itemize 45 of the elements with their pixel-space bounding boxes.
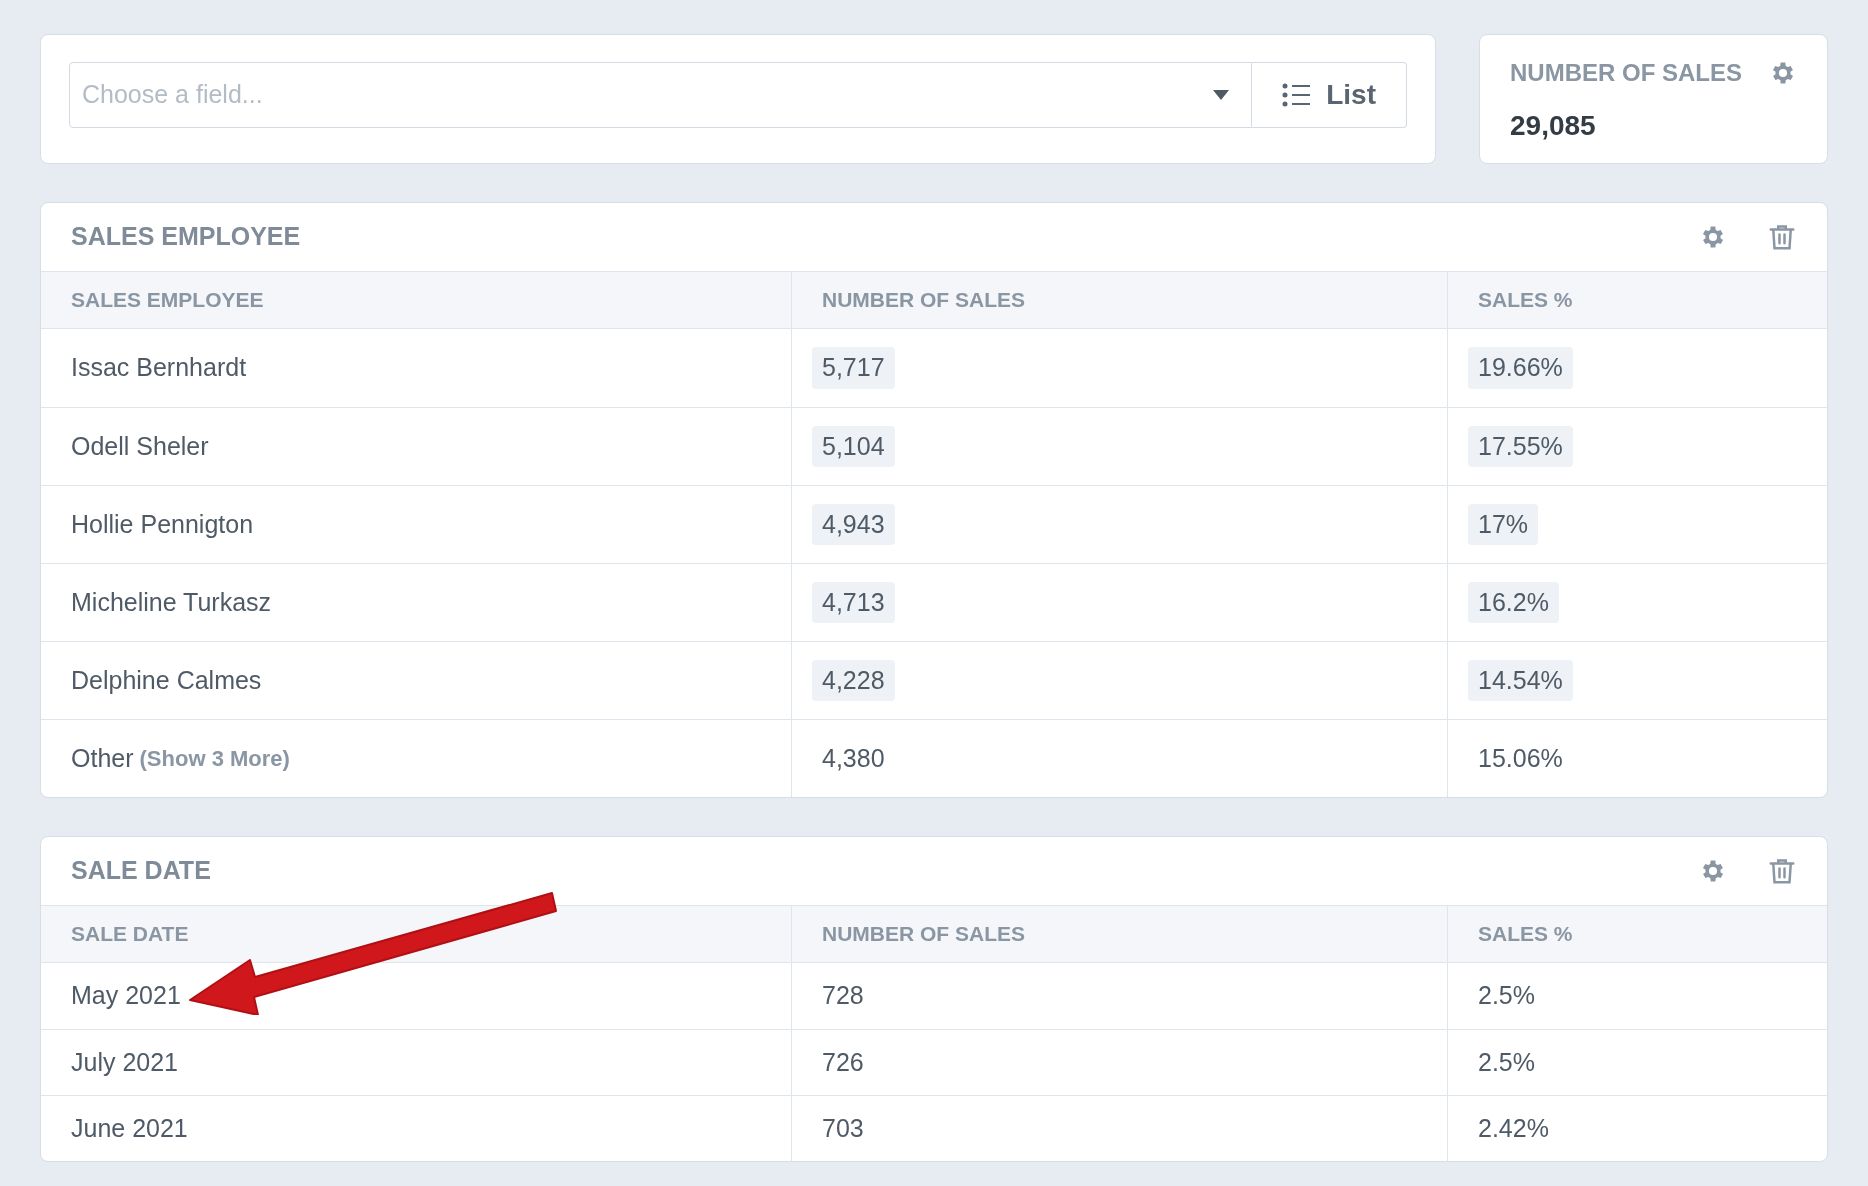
table-cell-text: Odell Sheler <box>71 430 209 462</box>
table-cell-text: 4,380 <box>822 742 885 774</box>
column-header: NUMBER OF SALES <box>822 921 1025 948</box>
table-cell-text: July 2021 <box>71 1046 179 1078</box>
table-cell: 5,104 <box>812 425 895 468</box>
table-cell-text: 15.06% <box>1478 742 1563 774</box>
table-cell: 4,943 <box>812 503 895 546</box>
table-cell-text: Other <box>71 742 134 774</box>
table-cell: 5,717 <box>812 347 895 389</box>
table-cell-text: 2.42% <box>1478 1112 1549 1144</box>
table-cell-text: 2.5% <box>1478 1046 1535 1078</box>
table-cell-text: Issac Bernhardt <box>71 352 247 384</box>
metric-label: NUMBER OF SALES <box>1510 58 1742 88</box>
table-cell-text: Micheline Turkasz <box>71 586 272 618</box>
table-cell-text: 726 <box>822 1046 864 1078</box>
list-view-button[interactable]: List <box>1252 62 1407 128</box>
table-cell-text: Hollie Pennigton <box>71 508 254 540</box>
table-cell-text: 728 <box>822 980 864 1012</box>
metric-value: 29,085 <box>1510 109 1597 143</box>
table-cell-text: June 2021 <box>71 1112 188 1144</box>
table-cell: 17.55% <box>1468 425 1573 468</box>
table-cell-text: May 2021 <box>71 980 181 1012</box>
table-cell-text: 2.5% <box>1478 980 1535 1012</box>
caret-icon <box>1213 90 1230 100</box>
column-header: SALES % <box>1478 921 1573 948</box>
table-cell-text: Delphine Calmes <box>71 664 262 696</box>
trash-icon[interactable] <box>1767 222 1797 252</box>
table-cell: 14.54% <box>1468 659 1573 702</box>
show-more-link[interactable]: (Show 3 More) <box>139 742 290 775</box>
column-header: NUMBER OF SALES <box>822 287 1025 314</box>
column-header: SALES % <box>1478 287 1573 314</box>
table-cell: 16.2% <box>1468 581 1559 624</box>
table-cell: 4,713 <box>812 581 895 624</box>
card-title: SALE DATE <box>71 855 211 887</box>
table-cell: 17% <box>1468 503 1539 546</box>
table-cell-text: 703 <box>822 1112 864 1144</box>
column-header: SALE DATE <box>71 921 189 948</box>
card-title: SALES EMPLOYEE <box>71 221 301 253</box>
table-cell: 19.66% <box>1468 347 1573 389</box>
table-cell: 4,228 <box>812 659 895 702</box>
column-header: SALES EMPLOYEE <box>71 287 264 314</box>
field-dropdown[interactable]: Choose a field... <box>69 62 1253 128</box>
trash-icon[interactable] <box>1767 856 1797 886</box>
field-input[interactable]: Choose a field... <box>82 76 1214 114</box>
list-icon <box>1282 83 1311 107</box>
